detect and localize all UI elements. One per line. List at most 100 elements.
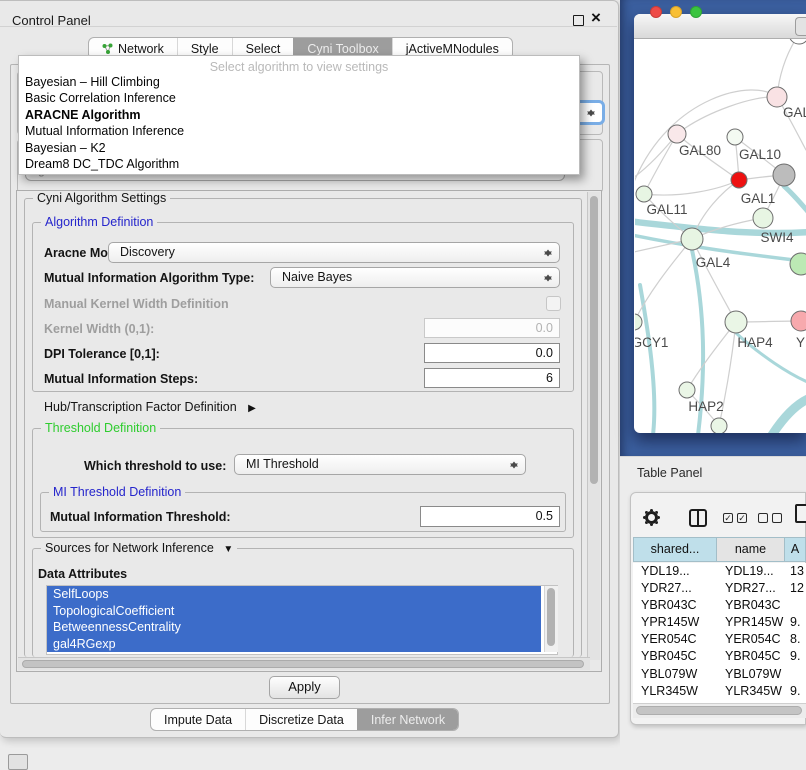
attribute-list-item[interactable]: SelfLoops [47, 586, 541, 603]
mi-threshold-field[interactable]: 0.5 [420, 506, 560, 527]
aracne-mode-combobox[interactable]: Discovery [108, 242, 560, 263]
network-node-swi4[interactable] [790, 253, 806, 275]
kernel-width-field[interactable]: 0.0 [424, 318, 560, 338]
network-node[interactable] [773, 164, 795, 186]
table-panel-title: Table Panel [637, 466, 702, 480]
table-cell: YBL079W [717, 666, 785, 683]
algorithm-option[interactable]: Bayesian – K2 [25, 140, 573, 156]
algorithm-option[interactable]: Basic Correlation Inference [25, 90, 573, 106]
dropdown-placeholder: Select algorithm to view settings [19, 60, 579, 74]
unchecked-checkbox-icon[interactable] [772, 513, 782, 523]
network-edge[interactable] [634, 90, 777, 182]
network-node-gcy1[interactable] [626, 314, 642, 330]
table-row[interactable]: YDL19...YDL19...13 [633, 563, 806, 580]
network-edge-highlighted[interactable] [772, 398, 806, 435]
table-row[interactable]: YBR045CYBR045C9. [633, 648, 806, 665]
unchecked-checkbox-icon[interactable] [758, 513, 768, 523]
float-window-icon[interactable] [573, 15, 584, 26]
table-row[interactable]: YER054CYER054C8. [633, 631, 806, 648]
data-attributes-label: Data Attributes [38, 567, 127, 581]
table-cell: 9. [785, 648, 806, 665]
sources-group-toggle[interactable]: Sources for Network Inference ▼ [41, 541, 237, 555]
scrollbar-thumb[interactable] [22, 660, 584, 668]
attribute-list-item[interactable]: BetweennessCentrality [47, 619, 541, 636]
network-edge[interactable] [644, 180, 739, 195]
table-row[interactable]: YDR27...YDR27...12 [633, 580, 806, 597]
table-horizontal-scrollbar[interactable] [633, 703, 806, 718]
checked-checkbox-icon[interactable]: ✓ [737, 513, 747, 523]
mi-algorithm-type-label: Mutual Information Algorithm Type: [44, 271, 254, 285]
network-edge[interactable] [677, 97, 777, 134]
tab-discretize-data[interactable]: Discretize Data [245, 709, 357, 730]
algorithm-option[interactable]: Dream8 DC_TDC Algorithm [25, 156, 573, 172]
scrollbar-thumb[interactable] [636, 706, 802, 715]
attribute-list-item[interactable]: gal4RGexp [47, 636, 541, 653]
network-node[interactable] [789, 24, 806, 44]
network-icon [102, 43, 113, 54]
network-edge[interactable] [630, 134, 677, 180]
column-layout-icon[interactable] [689, 509, 707, 527]
table-cell: YBR045C [717, 648, 785, 665]
network-node-gal[interactable] [767, 87, 787, 107]
table-row[interactable]: YBL079WYBL079W [633, 666, 806, 683]
manual-kernel-width-label: Manual Kernel Width Definition [44, 297, 229, 311]
network-node-gal4[interactable] [681, 228, 703, 250]
network-node-gal11[interactable] [636, 186, 652, 202]
data-attributes-list[interactable]: SelfLoopsTopologicalCoefficientBetweenne… [46, 585, 558, 655]
node-label: HAP4 [737, 335, 773, 350]
close-panel-icon[interactable]: × [591, 8, 601, 28]
table-cell [785, 666, 806, 683]
network-canvas[interactable]: GALGAL80GAL10GAL1GAL11SWI4GAL4GCY1HAP4YH… [620, 0, 806, 456]
column-header-2[interactable]: name [717, 537, 785, 562]
node-label: GAL1 [741, 191, 776, 206]
table-row[interactable]: YBR043CYBR043C [633, 597, 806, 614]
apply-button[interactable]: Apply [269, 676, 340, 699]
table-row[interactable]: YLR345WYLR345W9. [633, 683, 806, 700]
column-header-1[interactable]: shared... [633, 537, 717, 562]
network-edge-highlighted[interactable] [784, 186, 806, 214]
horizontal-scrollbar[interactable] [18, 657, 590, 670]
network-edge[interactable] [687, 322, 736, 390]
vertical-scrollbar[interactable] [587, 192, 600, 660]
list-scrollbar[interactable] [544, 586, 558, 652]
tab-label: jActiveMNodules [406, 42, 499, 56]
network-node-gal10[interactable] [727, 129, 743, 145]
tab-impute-data[interactable]: Impute Data [151, 709, 245, 730]
algorithm-option[interactable]: Bayesian – Hill Climbing [25, 74, 573, 90]
which-threshold-combobox[interactable]: MI Threshold [234, 454, 526, 475]
dpi-tolerance-field[interactable]: 0.0 [424, 343, 560, 363]
attribute-list-item[interactable]: TopologicalCoefficient [47, 603, 541, 620]
network-node-hap4[interactable] [725, 311, 747, 333]
network-node-hap2[interactable] [679, 382, 695, 398]
hub-section-toggle[interactable]: Hub/Transcription Factor Definition ▶ [44, 400, 256, 414]
scrollbar-thumb[interactable] [547, 588, 555, 646]
algorithm-option[interactable]: ARACNE Algorithm [25, 107, 573, 123]
network-node-gal80[interactable] [668, 125, 686, 143]
scrollbar-thumb[interactable] [590, 196, 598, 484]
tab-label: Discretize Data [259, 713, 344, 727]
node-label: GAL [783, 105, 806, 120]
node-label: GAL4 [696, 255, 731, 270]
panel-title: Control Panel [12, 13, 91, 28]
mi-steps-field[interactable]: 6 [424, 368, 560, 388]
network-node[interactable] [731, 172, 747, 188]
checked-checkbox-icon[interactable]: ✓ [723, 513, 733, 523]
table-row[interactable]: YPR145WYPR145W9. [633, 614, 806, 631]
tab-label: Cyni Toolbox [307, 42, 378, 56]
settings-gear-icon[interactable] [645, 511, 658, 524]
tab-infer-network[interactable]: Infer Network [357, 709, 458, 730]
table-cell: 8. [785, 631, 806, 648]
collapsed-panel-button[interactable] [8, 754, 28, 770]
node-label: GAL11 [646, 202, 687, 217]
network-node-gal1[interactable] [753, 208, 773, 228]
stepper-arrows-icon [510, 458, 518, 471]
file-icon[interactable] [795, 504, 806, 523]
manual-kernel-width-checkbox[interactable] [546, 296, 561, 311]
network-node-y[interactable] [791, 311, 806, 331]
table-cell: YLR345W [717, 683, 785, 700]
mi-algorithm-type-combobox[interactable]: Naive Bayes [270, 267, 560, 288]
network-node[interactable] [711, 418, 727, 434]
stepper-arrows-icon [544, 246, 552, 259]
column-header-3[interactable]: A [785, 537, 806, 562]
algorithm-option[interactable]: Mutual Information Inference [25, 123, 573, 139]
